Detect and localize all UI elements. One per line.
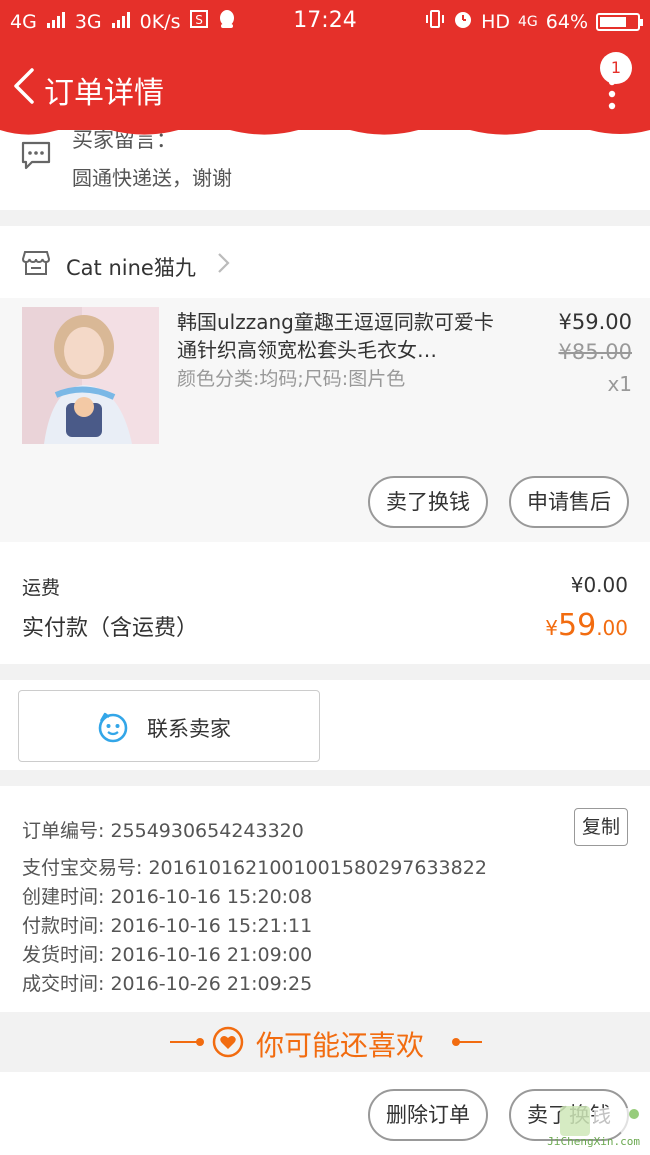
shipping-label: 运费 [22,577,61,599]
product-title[interactable]: 韩国ulzzang童趣王逗逗同款可爱卡通针织高领宽松套头毛衣女… [177,308,507,364]
buyer-message-text: 圆通快递送，谢谢 [72,166,232,190]
nav-header: 订单详情 1 [0,42,650,135]
heart-icon [212,1026,244,1058]
product-sku: 颜色分类:均码;尺码:图片色 [177,368,406,390]
product-price: ¥59.00 [558,310,632,334]
battery-icon [596,12,643,31]
more-vertical-icon[interactable] [608,78,616,110]
network-4g-label: 4G [518,13,538,30]
after-sale-button[interactable]: 申请售后 [509,476,629,528]
product-original-price: ¥85.00 [558,340,632,364]
watermark-logo-icon [560,1106,642,1136]
product-quantity: x1 [607,372,632,396]
paid-currency: ¥ [545,616,558,640]
watermark-text: JiChengXin.com [547,1135,640,1148]
paid-label: 实付款（含运费） [22,616,199,641]
wangwang-chat-icon [98,712,128,743]
hd-label: HD [481,10,510,33]
contact-seller-button[interactable]: 联系卖家 [18,690,320,762]
completed-time: 成交时间: 2016-10-26 21:09:25 [22,973,313,995]
order-number: 订单编号: 2554930654243320 [22,820,304,842]
chevron-right-icon [218,253,230,273]
paid-integer: 59 [558,608,597,643]
paid-decimal: .00 [596,616,628,640]
product-image[interactable] [22,307,159,444]
site-watermark: JiChengXin.com [530,1104,646,1150]
paid-amount: ¥59.00 [545,608,628,643]
shop-name[interactable]: Cat nine猫九 [66,252,196,282]
paid-time: 付款时间: 2016-10-16 15:21:11 [22,915,313,937]
message-icon [21,141,51,170]
contact-seller-label: 联系卖家 [147,717,231,741]
status-bar: 4G 3G 0K/s S 17:24 HD 4G 64% [0,0,650,42]
shipping-value: ¥0.00 [570,573,628,597]
shipped-time: 发货时间: 2016-10-16 21:09:00 [22,944,313,966]
sell-button[interactable]: 卖了换钱 [368,476,488,528]
vibrate-icon [425,9,445,34]
divider-right [456,1041,482,1043]
recommend-header: 你可能还喜欢 [0,1012,650,1072]
alipay-trade-number: 支付宝交易号: 2016101621001001580297633822 [22,857,487,879]
back-arrow-icon[interactable] [10,66,40,106]
notification-badge[interactable]: 1 [600,52,632,84]
battery-percent: 64% [545,10,588,33]
copy-button[interactable]: 复制 [574,808,628,846]
delete-order-button[interactable]: 删除订单 [368,1089,488,1141]
recommend-title: 你可能还喜欢 [256,1029,425,1062]
header-wave-decoration [0,124,650,135]
page-title: 订单详情 [44,76,164,111]
alarm-icon [453,9,473,34]
store-icon [22,251,50,275]
fees-section [0,542,650,664]
divider-dot-left [196,1038,204,1046]
created-time: 创建时间: 2016-10-16 15:20:08 [22,886,313,908]
